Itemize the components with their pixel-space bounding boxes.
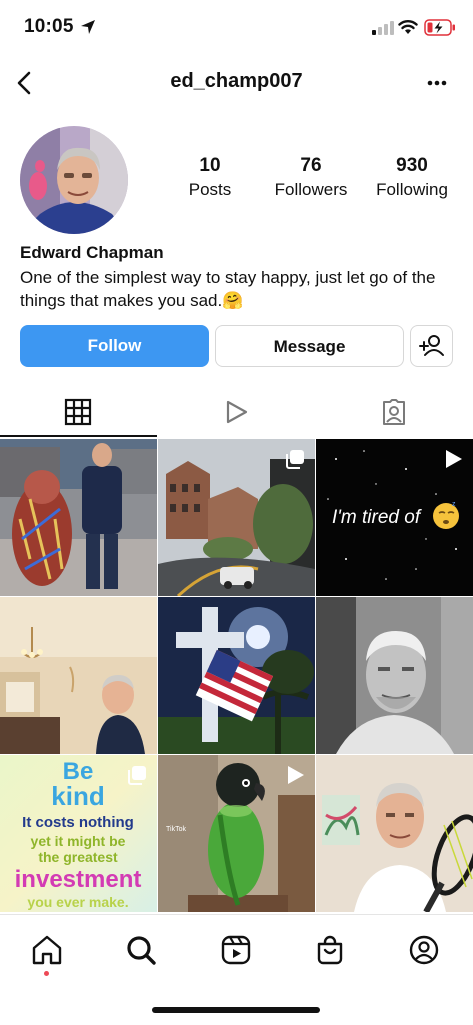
tired-caption: I'm tired of [332, 507, 422, 528]
reel-play-icon [446, 450, 462, 468]
reel-play-icon [288, 766, 304, 784]
quote-line: you ever make. [27, 894, 128, 910]
post-thumbnail[interactable] [0, 597, 157, 754]
profile-avatar[interactable] [20, 126, 128, 234]
status-time: 10:05 [24, 16, 74, 37]
following-label: Following [376, 180, 448, 199]
post-thumbnail[interactable]: TikTok [158, 755, 315, 912]
profile-username: ed_champ007 [170, 70, 303, 92]
post-image [316, 755, 473, 912]
search-icon [127, 936, 156, 965]
tab-posts-grid[interactable] [0, 385, 157, 437]
more-dots-icon [427, 80, 447, 86]
follow-button[interactable]: Follow [20, 325, 209, 367]
posts-count: 10 [199, 155, 221, 176]
shop-icon [317, 935, 343, 965]
profile-header: ed_champ007 [0, 58, 473, 110]
profile-bio: One of the simplest way to stay happy, j… [20, 268, 436, 310]
nav-home[interactable] [30, 933, 64, 967]
posts-stat[interactable]: 10 Posts [160, 155, 260, 200]
quote-line: It costs nothing [22, 814, 134, 831]
followers-count: 76 [300, 155, 322, 176]
quote-line: yet it might be [31, 833, 126, 849]
following-count: 930 [396, 155, 428, 176]
nav-reels[interactable] [219, 933, 253, 967]
quote-line: the greatest [38, 849, 118, 865]
post-thumbnail[interactable] [158, 597, 315, 754]
profile-name: Edward Chapman [20, 243, 164, 262]
nav-shop[interactable] [313, 933, 347, 967]
carousel-icon [286, 450, 304, 469]
post-image [158, 597, 315, 754]
home-indicator [152, 1007, 320, 1013]
bottom-navigation [0, 914, 473, 1025]
quote-line: kind [51, 781, 104, 811]
profile-icon [409, 935, 439, 965]
tab-tagged[interactable] [316, 385, 473, 437]
nav-profile[interactable] [407, 933, 441, 967]
post-thumbnail[interactable]: I'm tired of z [316, 439, 473, 596]
followers-label: Followers [274, 180, 348, 199]
home-icon [32, 935, 62, 965]
more-options-button[interactable] [420, 70, 454, 96]
notification-dot [44, 971, 49, 976]
status-bar: 10:05 [0, 0, 473, 54]
profile-tabs [0, 385, 473, 437]
active-tab-indicator [0, 435, 157, 437]
carousel-icon [128, 766, 146, 785]
cellular-signal-icon [372, 21, 394, 35]
tab-reels[interactable] [158, 385, 315, 437]
post-image [0, 439, 157, 596]
reels-icon [221, 935, 251, 965]
post-thumbnail[interactable] [0, 439, 157, 596]
wifi-icon [398, 20, 418, 34]
following-stat[interactable]: 930 Following [362, 155, 462, 200]
location-arrow-icon [81, 20, 95, 34]
add-user-icon [419, 335, 444, 356]
post-thumbnail[interactable] [316, 597, 473, 754]
nav-search[interactable] [124, 933, 158, 967]
battery-low-charging-icon [424, 19, 455, 36]
post-image [316, 597, 473, 754]
svg-text:z: z [452, 501, 456, 508]
avatar-photo [20, 126, 128, 234]
post-thumbnail[interactable]: Be kind It costs nothing yet it might be… [0, 755, 157, 912]
quote-line: investment [15, 866, 142, 893]
message-button[interactable]: Message [215, 325, 404, 367]
play-outline-icon [226, 400, 248, 424]
post-image [0, 597, 157, 754]
tiktok-watermark: TikTok [166, 826, 186, 833]
post-thumbnail[interactable] [316, 755, 473, 912]
suggested-users-button[interactable] [410, 325, 453, 367]
tagged-person-icon [383, 399, 405, 425]
grid-icon [64, 398, 92, 426]
post-thumbnail[interactable] [158, 439, 315, 596]
followers-stat[interactable]: 76 Followers [261, 155, 361, 200]
posts-label: Posts [188, 180, 232, 199]
